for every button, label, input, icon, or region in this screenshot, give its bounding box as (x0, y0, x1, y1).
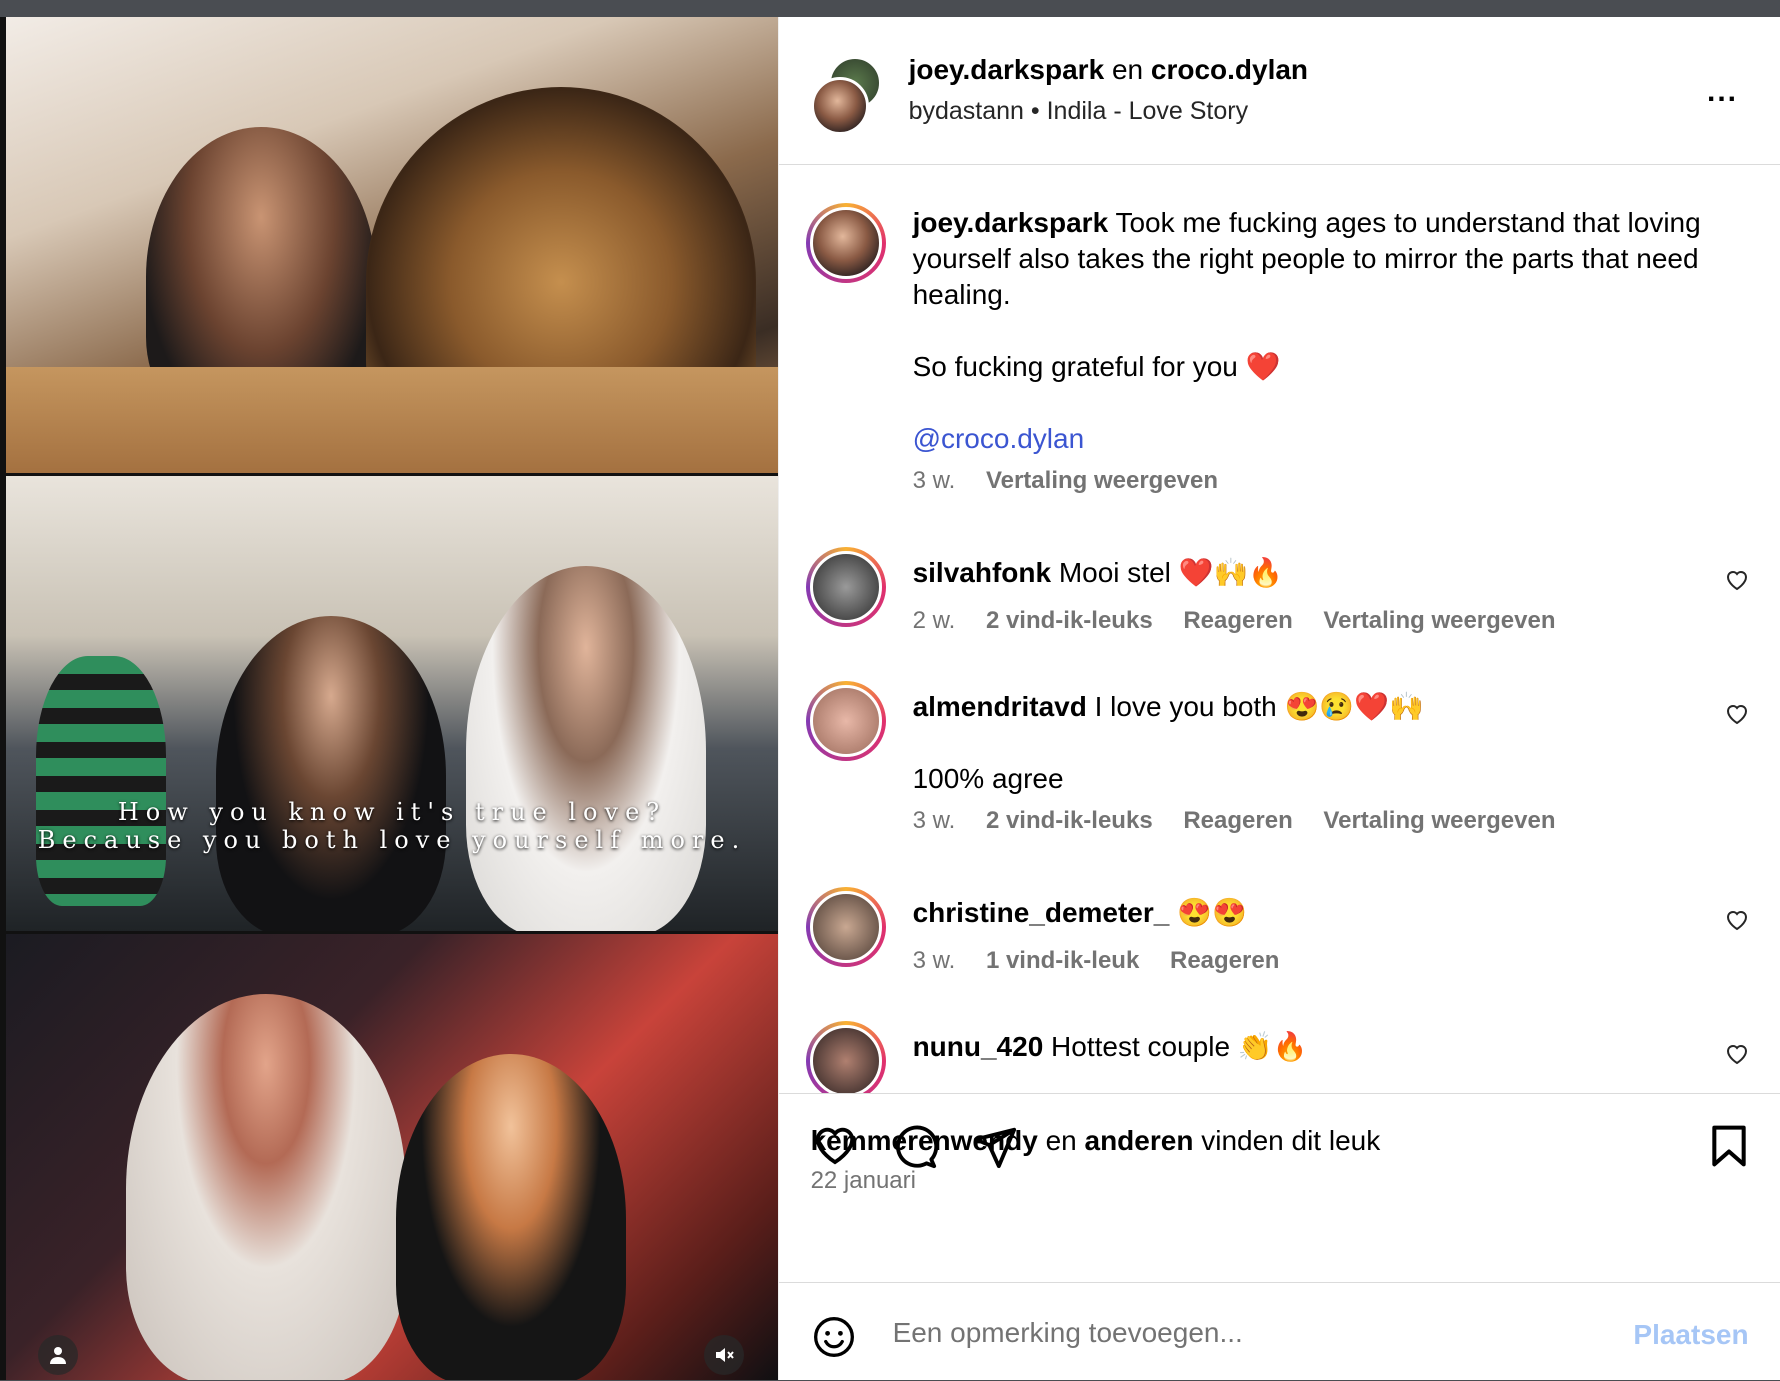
media-photo-top (6, 17, 778, 473)
comment-body: Hottest couple 👏🔥 (1051, 1031, 1308, 1062)
comment-input[interactable] (890, 1309, 1615, 1357)
comment-text: silvahfonk Mooi stel ❤️🙌🔥 (913, 555, 1703, 591)
comment-composer: Plaatsen (778, 1282, 1780, 1381)
comment-body: Mooi stel ❤️🙌🔥 (1058, 557, 1284, 588)
comment-text: nunu_420 Hottest couple 👏🔥 (913, 1029, 1703, 1065)
caption-time[interactable]: 3 w. (913, 467, 956, 494)
caption-translate-button[interactable]: Vertaling weergeven (986, 467, 1218, 494)
likes-user-link[interactable]: kemmerenwendy (811, 1125, 1038, 1156)
comment-likes-link[interactable]: 2 vind-ik-leuks (986, 607, 1153, 634)
comment-body: I love you both 😍😢❤️🙌 (1094, 691, 1424, 722)
comment-avatar[interactable] (805, 681, 886, 761)
post-comment-button[interactable]: Plaatsen (1633, 1319, 1748, 1351)
comments-list[interactable]: joey.darkspark Took me fucking ages to u… (779, 165, 1780, 1093)
comment-reply-button[interactable]: Reageren (1183, 807, 1292, 834)
overlay-text-line2: Because you both love yourself more. (37, 826, 747, 854)
header-user1-link[interactable]: joey.darkspark (909, 54, 1105, 85)
header-joiner: en (1111, 54, 1144, 85)
more-options-button[interactable]: ... (1707, 75, 1738, 109)
heart-icon (1726, 705, 1747, 725)
heart-icon (1726, 911, 1747, 931)
likes-others-link[interactable]: anderen (1085, 1125, 1194, 1156)
post-side-panel: joey.darkspark en croco.dylan bydastann … (777, 17, 1780, 1381)
comment-like-button[interactable] (1725, 1043, 1749, 1072)
separator-dot: • (1030, 97, 1040, 125)
audio-author-link[interactable]: bydastann (909, 97, 1024, 125)
save-button[interactable] (1709, 1124, 1749, 1173)
avatar-author[interactable] (810, 77, 869, 135)
post-header: joey.darkspark en croco.dylan bydastann … (778, 17, 1780, 165)
media-photo-bottom (6, 934, 778, 1380)
comment-username-link[interactable]: nunu_420 (913, 1031, 1044, 1062)
comment-username-link[interactable]: silvahfonk (913, 557, 1051, 588)
avatar-image (809, 551, 882, 623)
comment-likes-link[interactable]: 2 vind-ik-leuks (986, 807, 1153, 834)
comment-time[interactable]: 2 w. (913, 607, 956, 634)
comment-username-link[interactable]: almendritavd (913, 691, 1087, 722)
comment-text: christine_demeter_ 😍😍 (913, 895, 1703, 931)
caption-text: joey.darkspark Took me fucking ages to u… (913, 205, 1703, 313)
header-user2-link[interactable]: croco.dylan (1151, 54, 1308, 85)
comment-like-button[interactable] (1725, 703, 1749, 732)
emoji-button[interactable] (812, 1315, 856, 1364)
emoji-icon (813, 1317, 854, 1357)
comment-like-button[interactable] (1725, 909, 1749, 938)
comment-likes-link[interactable]: 1 vind-ik-leuk (986, 947, 1139, 974)
person-man-sunglasses (466, 566, 706, 931)
comment-meta: 3 w. 2 vind-ik-leuks Reageren Vertaling … (913, 807, 1580, 835)
post-date[interactable]: 22 januari (811, 1167, 916, 1195)
user-tags-button[interactable] (38, 1335, 78, 1375)
comment-body-extra: 100% agree (912, 763, 1064, 794)
comment-time[interactable]: 3 w. (913, 947, 956, 974)
header-usernames: joey.darkspark en croco.dylan (909, 54, 1308, 86)
post-media[interactable]: How you know it's true love? Because you… (0, 17, 778, 1380)
person-icon (50, 1347, 66, 1364)
speaker-muted-icon (716, 1348, 734, 1362)
avatar-image (809, 207, 882, 279)
person-striped-sweater (36, 656, 166, 906)
comment-username-link[interactable]: christine_demeter_ (913, 897, 1170, 928)
header-audio-line: bydastann • Indila - Love Story (909, 97, 1249, 126)
heart-icon (1726, 571, 1747, 591)
comment-avatar[interactable] (805, 547, 886, 627)
comment-time[interactable]: 3 w. (913, 807, 956, 834)
bookmark-icon (1711, 1125, 1746, 1167)
caption-username-link[interactable]: joey.darkspark (913, 207, 1109, 238)
overlay-text-line1: How you know it's true love? (117, 798, 667, 826)
comment-text: almendritavd I love you both 😍😢❤️🙌 (913, 689, 1703, 725)
person-woman-sunglasses (216, 616, 446, 931)
comment-meta: 2 w. 2 vind-ik-leuks Reageren Vertaling … (913, 607, 1580, 635)
post-modal: How you know it's true love? Because you… (0, 17, 1780, 1380)
comment-translate-button[interactable]: Vertaling weergeven (1323, 807, 1555, 834)
table (6, 367, 778, 473)
media-photo-middle: How you know it's true love? Because you… (6, 476, 778, 931)
mute-button[interactable] (704, 1335, 744, 1375)
comment-avatar[interactable] (805, 1021, 886, 1093)
comment-body: 😍😍 (1177, 897, 1247, 928)
comment-like-button[interactable] (1725, 569, 1749, 598)
likes-suffix: vinden dit leuk (1201, 1125, 1381, 1156)
comment-meta: 3 w. 1 vind-ik-leuk Reageren (913, 947, 1304, 975)
caption-mention-link[interactable]: @croco.dylan (913, 421, 1703, 457)
avatar-image (809, 685, 882, 757)
comment-avatar[interactable] (805, 887, 886, 967)
likes-joiner: en (1045, 1125, 1077, 1156)
likes-summary[interactable]: kemmerenwendy en anderen vinden dit leuk (811, 1125, 1381, 1157)
avatar-image (809, 891, 882, 963)
audio-track-link[interactable]: Indila - Love Story (1047, 97, 1249, 125)
heart-icon (1726, 1045, 1747, 1065)
comment-reply-button[interactable]: Reageren (1183, 607, 1292, 634)
caption-line2: So fucking grateful for you ❤️ (912, 351, 1281, 382)
caption-avatar[interactable] (805, 203, 886, 283)
avatar-image (809, 1025, 882, 1093)
person-woman-drink (396, 1054, 626, 1380)
comment-translate-button[interactable]: Vertaling weergeven (1323, 607, 1555, 634)
caption-meta: 3 w. Vertaling weergeven (913, 467, 1242, 495)
person-man-white-sweater (126, 994, 406, 1380)
comment-reply-button[interactable]: Reageren (1170, 947, 1279, 974)
